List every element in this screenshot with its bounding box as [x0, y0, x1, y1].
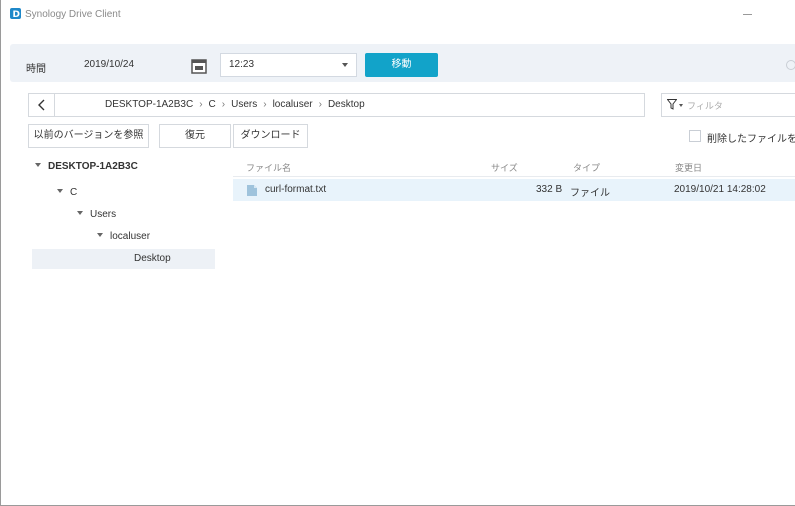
chevron-down-icon	[342, 63, 348, 67]
time-toolbar: 時間 2019/10/24 12:23 移動	[10, 44, 795, 82]
tree-label: Users	[90, 209, 117, 220]
tree-item-users[interactable]: Users	[77, 209, 116, 231]
breadcrumb: DESKTOP-1A2B3C › C › Users › localuser › Desktop	[105, 99, 365, 110]
restore-button[interactable]: 復元	[159, 124, 231, 148]
file-name: curl-format.txt	[265, 184, 327, 195]
expand-arrow-icon[interactable]	[35, 163, 41, 168]
expand-arrow-icon[interactable]	[57, 189, 63, 194]
date-field[interactable]: 2019/10/24	[84, 57, 178, 75]
tree-item-computer[interactable]: DESKTOP-1A2B3C	[35, 161, 138, 183]
column-header-size[interactable]: サイズ	[491, 161, 518, 174]
minimize-button[interactable]	[737, 5, 759, 21]
path-bar: DESKTOP-1A2B3C › C › Users › localuser › Desktop	[28, 93, 645, 117]
crumb-separator-icon: ›	[318, 99, 322, 110]
crumb-drive[interactable]: C	[209, 99, 216, 110]
crumb-desktop[interactable]: Desktop	[328, 99, 365, 110]
time-label: 時間	[26, 64, 46, 75]
show-deleted-checkbox[interactable]	[689, 130, 701, 142]
calendar-icon[interactable]	[189, 56, 209, 76]
crumb-localuser[interactable]: localuser	[273, 99, 313, 110]
header-divider	[233, 176, 795, 177]
tree-item-desktop[interactable]: Desktop	[32, 249, 215, 269]
crumb-separator-icon: ›	[199, 99, 203, 110]
column-header-name[interactable]: ファイル名	[246, 161, 291, 174]
filter-placeholder: フィルタ	[687, 101, 723, 111]
file-size: 332 B	[536, 184, 563, 195]
chevron-left-icon	[38, 99, 45, 111]
tree-label: DESKTOP-1A2B3C	[48, 161, 138, 172]
file-row[interactable]: curl-format.txt 332 B ファイル 2019/10/21 14…	[233, 179, 795, 201]
column-header-modified[interactable]: 変更日	[675, 161, 702, 174]
synology-drive-icon: D	[10, 8, 21, 19]
show-deleted-label: 削除したファイルを表	[707, 134, 795, 145]
tree-label: localuser	[110, 231, 151, 242]
text-file-icon	[247, 185, 257, 196]
filter-dropdown-icon	[679, 104, 683, 107]
back-button[interactable]	[29, 94, 55, 116]
crumb-separator-icon: ›	[221, 99, 226, 110]
file-type: ファイル	[570, 188, 610, 199]
svg-text:D: D	[13, 10, 20, 19]
go-button[interactable]: 移動	[365, 53, 438, 77]
file-modified: 2019/10/21 14:28:02	[674, 184, 766, 195]
synology-drive-window: D Synology Drive Client 時間 2019/10/24 12…	[0, 0, 795, 506]
browse-previous-versions-button[interactable]: 以前のバージョンを参照	[28, 124, 149, 148]
tree-label: C	[70, 187, 78, 198]
expand-arrow-icon[interactable]	[77, 211, 83, 216]
time-select[interactable]: 12:23	[220, 53, 357, 77]
crumb-users[interactable]: Users	[231, 99, 257, 110]
filter-icon	[667, 99, 677, 110]
title-bar: D Synology Drive Client	[1, 0, 795, 40]
expand-arrow-icon[interactable]	[97, 233, 103, 238]
tree-item-drive-c[interactable]: C	[57, 187, 77, 209]
crumb-computer[interactable]: DESKTOP-1A2B3C	[105, 99, 193, 110]
tree-label: Desktop	[134, 253, 171, 264]
refresh-icon[interactable]	[786, 60, 795, 70]
time-value: 12:23	[229, 59, 255, 70]
column-header-type[interactable]: タイプ	[573, 161, 600, 174]
download-button[interactable]: ダウンロード	[233, 124, 308, 148]
window-title: Synology Drive Client	[25, 9, 121, 20]
crumb-separator-icon: ›	[263, 99, 267, 110]
filter-input[interactable]: フィルタ	[661, 93, 795, 117]
